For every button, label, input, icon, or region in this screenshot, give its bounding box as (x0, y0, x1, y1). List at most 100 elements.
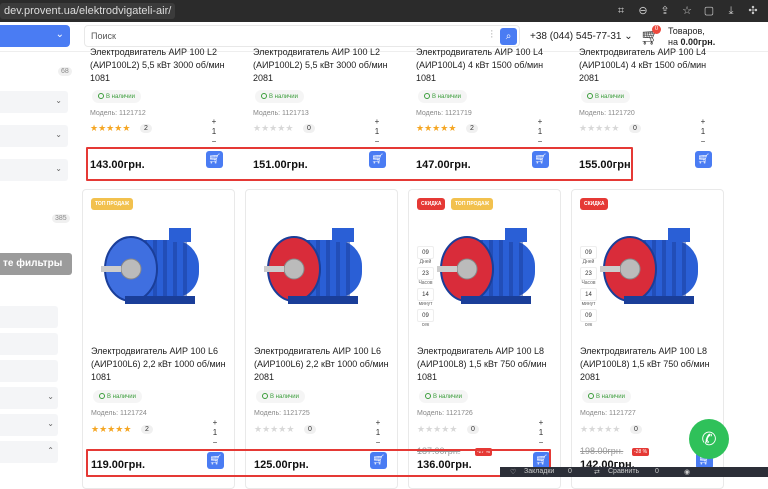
qty-plus-button[interactable]: + (210, 418, 220, 428)
quantity-stepper[interactable]: + 1 − (209, 117, 219, 147)
price-highlight-frame (86, 449, 551, 477)
timer-days-label: Дней (582, 259, 595, 265)
filter-sidebar: 68 ⌄ ⌄ ⌄ 385 те фильтры ⌄ ⌄ ⌃ (0, 52, 74, 477)
check-circle-icon (262, 393, 268, 399)
qty-value[interactable]: 1 (372, 127, 382, 137)
star-icon: ★ (262, 424, 271, 434)
filter-subgroup[interactable]: ⌄ (0, 414, 58, 436)
star-icon: ★ (254, 424, 263, 434)
qty-plus-button[interactable]: + (373, 418, 383, 428)
qty-value[interactable]: 1 (373, 428, 383, 438)
bookmarks-icon[interactable]: ♡ (510, 468, 516, 476)
bookmarks-label[interactable]: Закладки (524, 468, 554, 475)
rating-stars: ★★★★★ (579, 123, 619, 134)
quantity-stepper[interactable]: + 1 − (210, 418, 220, 448)
qty-plus-button[interactable]: + (536, 418, 546, 428)
screenshot-icon[interactable]: ⌗ (614, 4, 628, 18)
product-title[interactable]: Электродвигатель АИР 100 L8 (АИР100L8) 1… (580, 345, 725, 384)
product-title[interactable]: Электродвигатель АИР 100 L2 (АИР100L2) 5… (90, 46, 235, 85)
download-icon[interactable]: ⤓ (724, 4, 738, 18)
quantity-stepper[interactable]: + 1 − (372, 117, 382, 147)
product-title-line: 1081 (417, 372, 438, 382)
product-title-line: 2081 (580, 372, 601, 382)
product-image[interactable] (598, 210, 718, 325)
product-title[interactable]: Электродвигатель АИР 100 L4 (АИР100L4) 4… (579, 46, 724, 85)
product-title-line: 1081 (90, 73, 111, 83)
qty-minus-button[interactable]: − (210, 438, 220, 448)
product-title-line: (АИР100L6) 2,2 кВт 1000 об/мин (254, 359, 389, 369)
product-title[interactable]: Электродвигатель АИР 100 L6 (АИР100L6) 2… (91, 345, 236, 384)
qty-minus-button[interactable]: − (698, 137, 708, 147)
check-circle-icon (98, 93, 104, 99)
product-image[interactable] (435, 210, 555, 325)
qty-value[interactable]: 1 (698, 127, 708, 137)
filter-icon[interactable]: ⫶ (490, 29, 493, 42)
product-title[interactable]: Электродвигатель АИР 100 L2 (АИР100L2) 5… (253, 46, 398, 85)
qty-value[interactable]: 1 (209, 127, 219, 137)
filter-group[interactable]: ⌄ (0, 159, 68, 181)
product-card[interactable]: ТОП ПРОДАЖ Электродвигатель АИР 100 L6 (… (82, 189, 235, 489)
qty-plus-button[interactable]: + (209, 117, 219, 127)
add-to-cart-button[interactable]: 🛒︎ (695, 151, 712, 168)
viewed-icon[interactable]: ◉ (684, 468, 690, 476)
qty-value[interactable]: 1 (535, 127, 545, 137)
product-title[interactable]: Электродвигатель АИР 100 L8 (АИР100L8) 1… (417, 345, 562, 384)
check-circle-icon (587, 93, 593, 99)
quantity-stepper[interactable]: + 1 − (373, 418, 383, 448)
compare-label[interactable]: Сравнить (608, 468, 639, 475)
filter-subgroup[interactable]: ⌄ (0, 387, 58, 409)
qty-plus-button[interactable]: + (535, 117, 545, 127)
qty-minus-button[interactable]: − (209, 137, 219, 147)
filter-group[interactable]: ⌄ (0, 125, 68, 147)
qty-plus-button[interactable]: + (698, 117, 708, 127)
filter-group[interactable]: ⌄ (0, 91, 68, 113)
qty-minus-button[interactable]: − (372, 137, 382, 147)
address-bar[interactable]: dev.provent.ua/elektrodvigateli-air/ (0, 3, 176, 19)
bookmark-icon[interactable]: ☆ (680, 4, 694, 18)
quantity-stepper[interactable]: + 1 − (535, 117, 545, 147)
check-circle-icon (424, 93, 430, 99)
qty-value[interactable]: 1 (210, 428, 220, 438)
compare-icon[interactable]: ⇄ (594, 468, 600, 476)
qty-value[interactable]: 1 (536, 428, 546, 438)
phone-text: +38 (044) 545-77-31 (530, 31, 622, 42)
filter-subgroup[interactable] (0, 333, 58, 355)
search-box[interactable]: Поиск ⫶ ⌕ (84, 25, 520, 47)
extensions-icon[interactable]: ✣ (746, 4, 760, 18)
cart-icon: 🛒︎ (697, 154, 710, 165)
quantity-stepper[interactable]: + 1 − (536, 418, 546, 448)
whatsapp-chat-button[interactable]: ✆ (689, 419, 729, 459)
product-title[interactable]: Электродвигатель АИР 100 L6 (АИР100L6) 2… (254, 345, 399, 384)
zoom-icon[interactable]: ⊖ (636, 4, 650, 18)
stock-text: В наличии (269, 94, 299, 100)
catalog-button[interactable]: ⌄ (0, 25, 70, 47)
qty-minus-button[interactable]: − (373, 438, 383, 448)
bookmarks-count: 0 (568, 468, 572, 475)
filter-subgroup[interactable]: ⌃ (0, 441, 58, 463)
star-icon: ★ (587, 123, 596, 133)
product-card[interactable]: СКИДКА ТОП ПРОДАЖ 09 Дней 23 Часов 14 минут … (408, 189, 561, 489)
filter-subgroup[interactable] (0, 306, 58, 328)
product-title[interactable]: Электродвигатель АИР 100 L4 (АИР100L4) 4… (416, 46, 561, 85)
product-image[interactable] (99, 210, 219, 325)
star-icon: ★ (417, 424, 426, 434)
qty-plus-button[interactable]: + (372, 117, 382, 127)
chevron-down-icon: ⌄ (55, 96, 62, 105)
stock-badge: В наличии (93, 390, 143, 403)
qty-minus-button[interactable]: − (535, 137, 545, 147)
share-icon[interactable]: ⇪ (658, 4, 672, 18)
reader-icon[interactable]: ▢ (702, 4, 716, 18)
phone-number[interactable]: +38 (044) 545-77-31 ⌄ (530, 31, 633, 42)
bottom-bar: ♡ Закладки 0 ⇄ Сравнить 0 ◉ (500, 467, 768, 477)
quantity-stepper[interactable]: + 1 − (698, 117, 708, 147)
product-image[interactable] (262, 210, 382, 325)
search-input[interactable]: Поиск (91, 31, 116, 41)
reset-filters-button[interactable]: те фильтры (0, 253, 72, 275)
star-icon: ★ (425, 424, 434, 434)
product-card[interactable]: Электродвигатель АИР 100 L6 (АИР100L6) 2… (245, 189, 398, 489)
search-button[interactable]: ⌕ (500, 28, 517, 45)
chevron-down-icon: ⌄ (624, 31, 633, 42)
filter-subgroup[interactable] (0, 360, 58, 382)
qty-minus-button[interactable]: − (536, 438, 546, 448)
timer-hours: 23 (417, 267, 434, 280)
